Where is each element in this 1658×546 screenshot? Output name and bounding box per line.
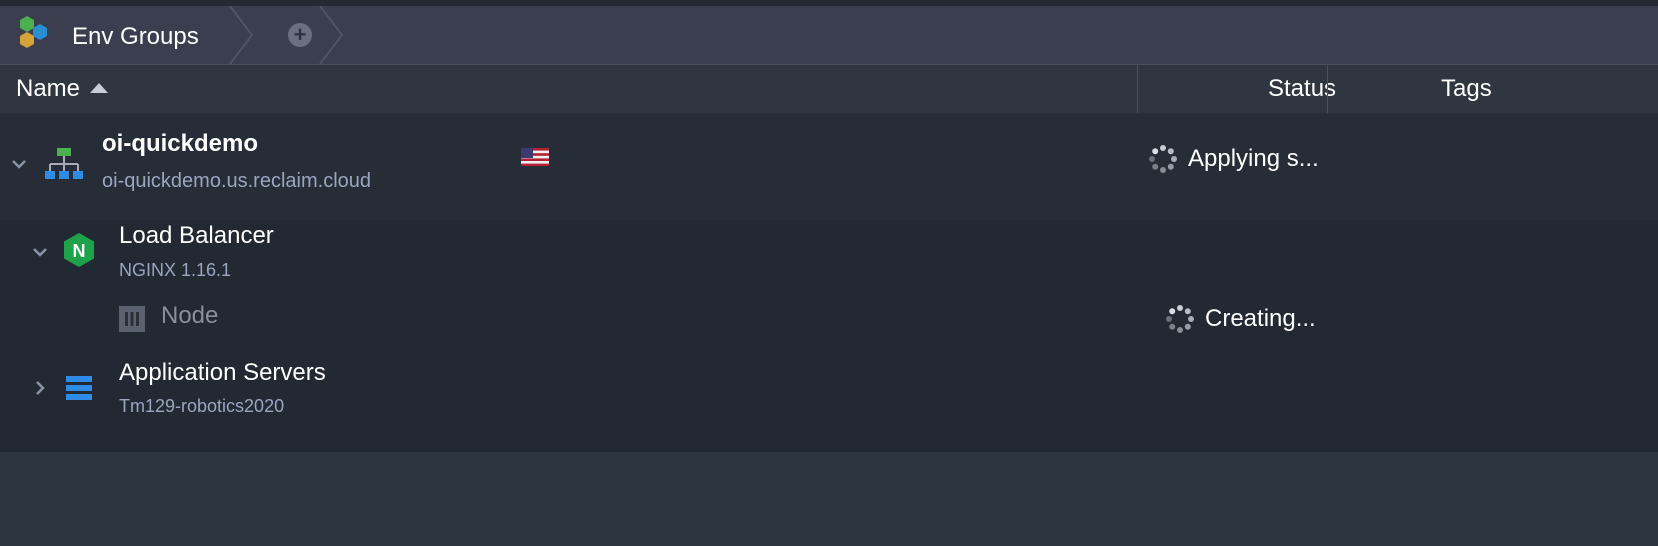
loading-spinner-icon (1166, 305, 1194, 333)
column-divider[interactable] (1137, 65, 1138, 113)
chevron-down-icon[interactable] (30, 242, 50, 262)
svg-text:N: N (73, 241, 86, 261)
node-label: Node (161, 302, 219, 329)
column-divider[interactable] (1327, 65, 1328, 113)
nginx-icon: N (64, 233, 94, 267)
environment-topology-icon (45, 148, 83, 179)
application-servers-subtitle: Tm129-robotics2020 (119, 396, 285, 416)
environment-name[interactable]: oi-quickdemo (102, 130, 258, 158)
breadcrumb-separator-icon (229, 6, 254, 64)
environment-status: Applying s... (1148, 144, 1319, 174)
column-status-header[interactable]: Status (1268, 65, 1336, 113)
environment-row[interactable]: oi-quickdemo oi-quickdemo.us.reclaim.clo… (0, 114, 1658, 220)
node-status: Creating... (1165, 304, 1316, 334)
empty-list-area (0, 452, 1658, 546)
breadcrumb-separator-icon (319, 6, 344, 64)
chevron-right-icon[interactable] (30, 378, 50, 398)
column-name-label: Name (16, 75, 81, 102)
env-groups-logo-icon (20, 16, 47, 48)
environment-domain-link[interactable]: oi-quickdemo.us.reclaim.cloud (102, 170, 371, 193)
loading-spinner-icon (1149, 145, 1177, 173)
sort-ascending-icon (90, 82, 109, 93)
application-servers-title: Application Servers (119, 359, 326, 386)
load-balancer-title: Load Balancer (119, 222, 274, 249)
node-group-row-load-balancer[interactable]: N Load Balancer NGINX 1.16.1 (0, 220, 1658, 310)
column-name-header[interactable]: Name (16, 65, 109, 113)
table-header: Name Status Tags (0, 65, 1658, 114)
node-icon (119, 306, 145, 332)
environment-status-text: Applying s... (1188, 145, 1319, 172)
add-group-button[interactable]: + (288, 23, 312, 47)
node-row[interactable]: Node Creating... (0, 302, 1658, 362)
node-group-row-application-servers[interactable]: Application Servers Tm129-robotics2020 (0, 359, 1658, 452)
node-status-text: Creating... (1205, 305, 1316, 332)
breadcrumb: Env Groups + (0, 6, 1658, 65)
chevron-down-icon[interactable] (9, 154, 29, 174)
env-groups-label: Env Groups (72, 23, 199, 50)
column-tags-header[interactable]: Tags (1441, 65, 1492, 113)
load-balancer-version: NGINX 1.16.1 (119, 260, 232, 280)
server-stack-icon (66, 376, 92, 400)
us-flag-icon (521, 148, 549, 166)
